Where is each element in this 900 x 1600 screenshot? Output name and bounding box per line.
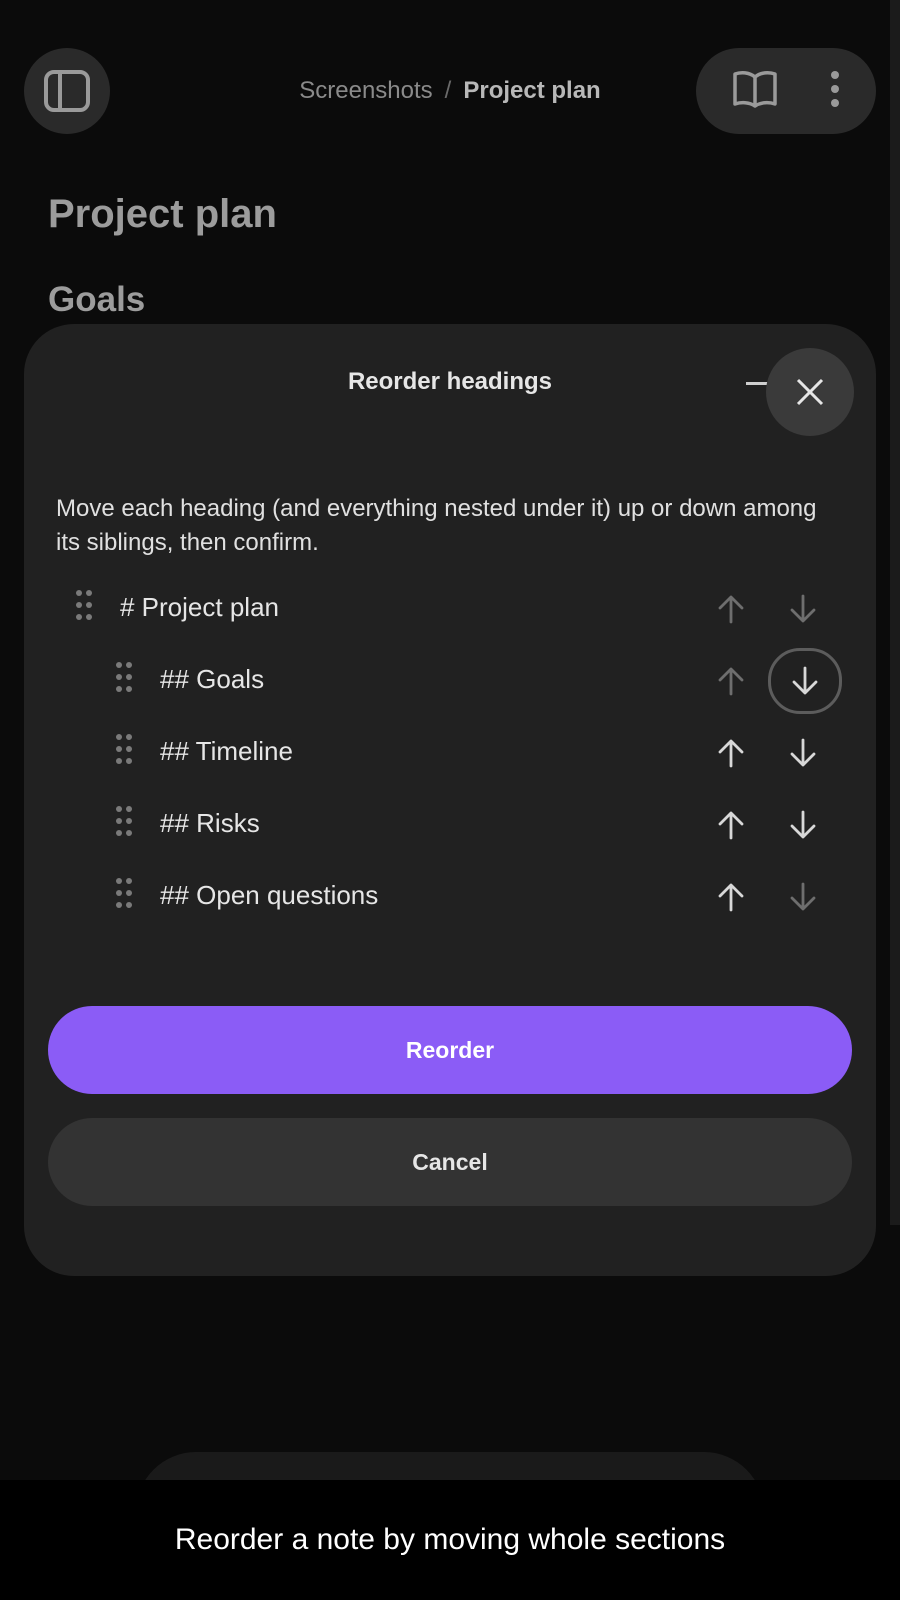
breadcrumb-folder[interactable]: Screenshots bbox=[299, 77, 432, 105]
reading-view-button[interactable] bbox=[732, 69, 778, 114]
reorder-headings-dialog: Reorder headings Move each heading (and … bbox=[24, 324, 876, 1276]
drag-handle-icon[interactable] bbox=[116, 806, 132, 840]
header-actions bbox=[696, 48, 876, 134]
arrow-down-icon bbox=[790, 738, 816, 767]
arrow-up-icon bbox=[718, 739, 744, 768]
move-down-button[interactable] bbox=[768, 648, 842, 714]
note-heading: Goals bbox=[48, 280, 146, 319]
move-up-button[interactable] bbox=[702, 724, 760, 782]
breadcrumb-separator: / bbox=[444, 77, 452, 104]
heading-row[interactable]: ## Goals bbox=[24, 644, 876, 716]
drag-handle-icon[interactable] bbox=[116, 662, 132, 696]
move-up-button[interactable] bbox=[702, 868, 760, 926]
arrow-up-icon bbox=[718, 811, 744, 840]
drag-handle-icon[interactable] bbox=[76, 590, 92, 624]
heading-row[interactable]: # Project plan bbox=[24, 572, 876, 644]
heading-label: # Project plan bbox=[120, 592, 279, 622]
drag-handle-icon[interactable] bbox=[116, 734, 132, 768]
heading-label: ## Timeline bbox=[160, 736, 293, 766]
note-title: Project plan bbox=[48, 192, 277, 236]
arrow-up-icon bbox=[718, 883, 744, 912]
heading-label: ## Risks bbox=[160, 808, 260, 838]
move-up-button[interactable] bbox=[702, 580, 760, 638]
move-up-button[interactable] bbox=[702, 796, 760, 854]
book-open-icon bbox=[732, 70, 777, 108]
close-button[interactable] bbox=[766, 348, 854, 436]
more-vertical-icon bbox=[830, 70, 839, 107]
reorder-button[interactable]: Reorder bbox=[48, 1006, 852, 1094]
move-down-button[interactable] bbox=[774, 580, 832, 638]
cancel-button[interactable]: Cancel bbox=[48, 1118, 852, 1206]
heading-label: ## Open questions bbox=[160, 880, 379, 910]
breadcrumb-current-note[interactable]: Project plan bbox=[463, 77, 600, 105]
more-options-button[interactable] bbox=[829, 69, 841, 114]
minimize-icon bbox=[746, 382, 768, 385]
move-up-button[interactable] bbox=[702, 652, 760, 710]
arrow-down-icon bbox=[792, 666, 818, 695]
move-down-button[interactable] bbox=[774, 868, 832, 926]
heading-row[interactable]: ## Open questions bbox=[24, 860, 876, 932]
caption: Reorder a note by moving whole sections bbox=[0, 1480, 900, 1600]
scrollbar[interactable] bbox=[890, 0, 900, 1225]
move-down-button[interactable] bbox=[774, 724, 832, 782]
dialog-description: Move each heading (and everything nested… bbox=[56, 495, 817, 556]
heading-row[interactable]: ## Timeline bbox=[24, 716, 876, 788]
arrow-down-icon bbox=[790, 882, 816, 911]
heading-label: ## Goals bbox=[160, 664, 265, 694]
arrow-up-icon bbox=[718, 595, 744, 624]
heading-row[interactable]: ## Risks bbox=[24, 788, 876, 860]
drag-handle-icon[interactable] bbox=[116, 878, 132, 912]
move-down-button[interactable] bbox=[774, 796, 832, 854]
arrow-down-icon bbox=[790, 594, 816, 623]
close-icon bbox=[796, 378, 824, 406]
arrow-up-icon bbox=[718, 667, 744, 696]
arrow-down-icon bbox=[790, 810, 816, 839]
